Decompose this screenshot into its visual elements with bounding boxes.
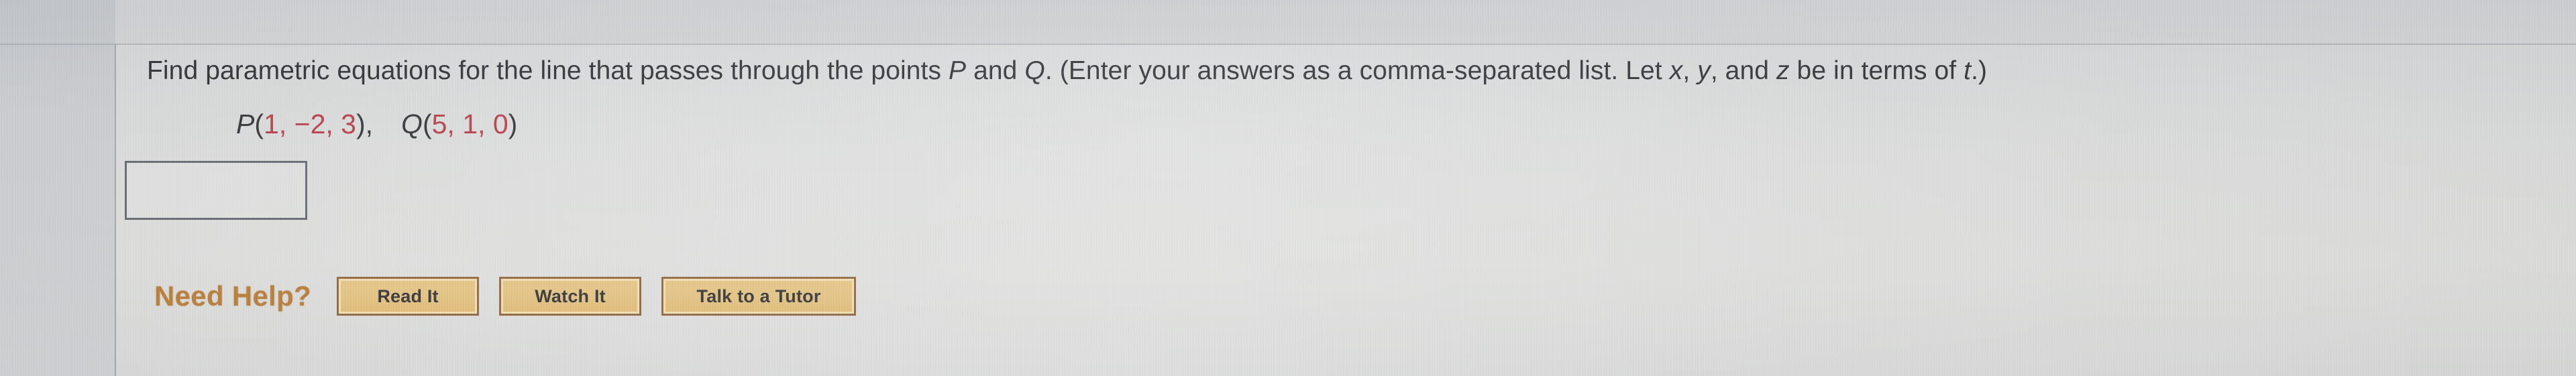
point-Q-sep-1: , — [447, 109, 463, 139]
point-P-label: P — [236, 109, 255, 139]
variable-Q: Q — [1024, 56, 1045, 85]
need-help-label: Need Help? — [154, 280, 312, 312]
point-P-sep-2: , — [325, 109, 341, 139]
watch-it-button-label: Watch It — [535, 286, 606, 306]
question-comma-1: , — [1682, 56, 1698, 85]
variable-t: t — [1964, 56, 1972, 85]
point-P-y: −2 — [294, 109, 326, 139]
given-points: P(1, −2, 3), Q(5, 1, 0) — [236, 109, 517, 139]
read-it-button-label: Read It — [377, 286, 439, 306]
photographed-screen: Find parametric equations for the line t… — [0, 0, 2576, 376]
need-help-row: Need Help? Read It Watch It Talk to a Tu… — [115, 272, 857, 320]
read-it-button[interactable]: Read It — [337, 277, 480, 316]
point-Q-y: 1 — [462, 109, 478, 139]
talk-to-a-tutor-button-label: Talk to a Tutor — [696, 286, 821, 306]
question-prompt-part4: .) — [1971, 56, 1988, 85]
point-Q-close-paren: ) — [508, 109, 518, 139]
point-Q-label: Q — [401, 109, 423, 139]
point-Q-x: 5 — [431, 109, 447, 139]
variable-y: y — [1697, 56, 1711, 85]
question-prompt: Find parametric equations for the line t… — [147, 56, 1987, 86]
point-P-close-paren: ), — [356, 109, 374, 139]
question-prompt-part1: Find parametric equations for the line t… — [147, 56, 949, 85]
point-P-x: 1 — [264, 109, 279, 139]
variable-x: x — [1669, 56, 1683, 85]
variable-z: z — [1776, 56, 1790, 85]
question-prompt-part3: be in terms of — [1789, 56, 1964, 85]
point-P-sep-1: , — [278, 109, 294, 139]
question-prompt-and: and — [966, 56, 1025, 85]
watch-it-button[interactable]: Watch It — [499, 277, 642, 316]
point-Q-z: 0 — [492, 109, 508, 139]
question-content-area: Find parametric equations for the line t… — [115, 44, 2576, 376]
browser-toolbar-band — [0, 0, 2576, 44]
point-Q-open-paren: ( — [422, 109, 432, 139]
point-P-z: 3 — [341, 109, 356, 139]
talk-to-a-tutor-button[interactable]: Talk to a Tutor — [661, 277, 857, 316]
question-comma-2: , and — [1710, 56, 1776, 85]
variable-P: P — [949, 56, 967, 85]
answer-input[interactable] — [125, 161, 307, 220]
question-prompt-part2: . (Enter your answers as a comma-separat… — [1044, 56, 1670, 85]
left-gutter-strip — [0, 0, 115, 376]
point-P-open-paren: ( — [254, 109, 264, 139]
point-Q-sep-2: , — [478, 109, 493, 139]
